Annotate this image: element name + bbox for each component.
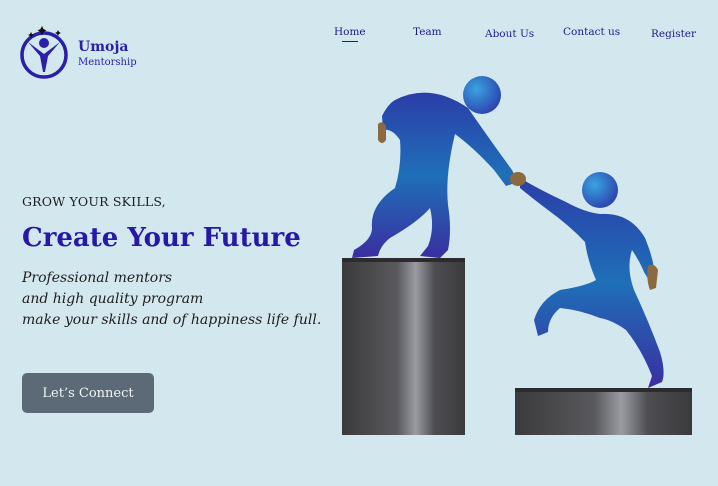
mentor-helping-illustration — [342, 76, 692, 435]
mentee-figure — [520, 172, 664, 388]
brand-subtitle: Mentorship — [78, 57, 137, 68]
hero-tagline-line-3: make your skills and of happiness life f… — [22, 312, 322, 328]
main-nav: Home Team About Us Contact us Register — [0, 26, 718, 46]
clasped-hands — [510, 172, 526, 186]
mentor-figure — [352, 76, 518, 259]
nav-contact-us[interactable]: Contact us — [563, 26, 620, 38]
nav-register[interactable]: Register — [651, 28, 696, 40]
nav-home[interactable]: Home — [334, 26, 366, 42]
short-pillar — [515, 390, 692, 435]
hero-tagline-line-1: Professional mentors — [22, 270, 173, 286]
nav-team[interactable]: Team — [413, 26, 442, 38]
nav-about-us[interactable]: About Us — [485, 28, 534, 40]
tall-pillar — [342, 260, 465, 435]
lets-connect-button[interactable]: Let’s Connect — [22, 373, 154, 413]
hero-headline: Create Your Future — [22, 223, 301, 253]
hero-tagline-line-2: and high quality program — [22, 291, 204, 307]
hero-eyebrow: GROW YOUR SKILLS, — [22, 194, 166, 209]
